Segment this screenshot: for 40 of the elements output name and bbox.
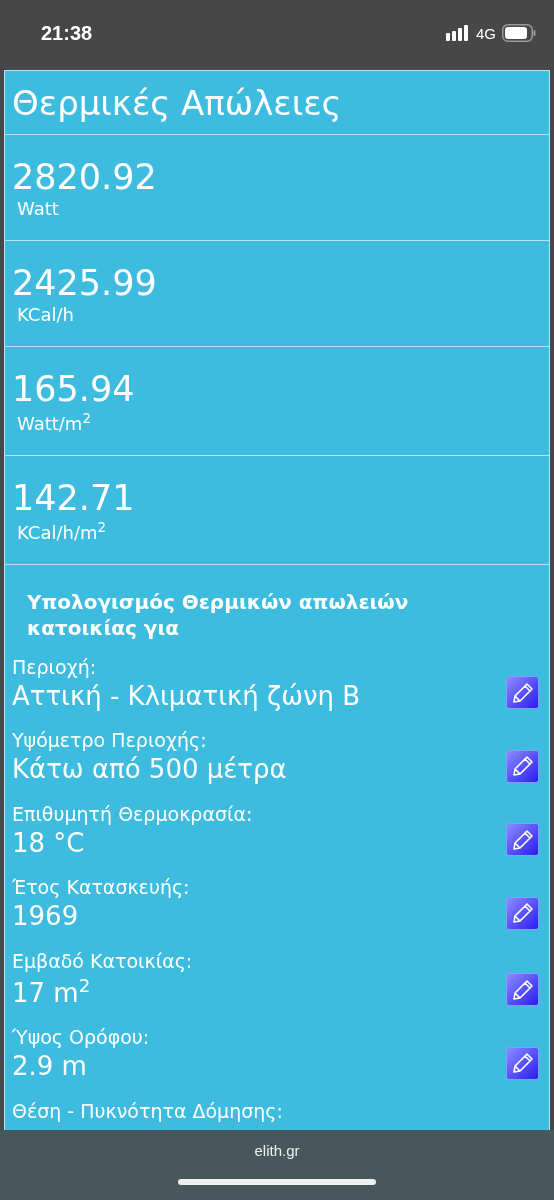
result-unit: KCal/h/m$^{2}$	[16, 519, 108, 543]
field-value: 18 °C	[12, 826, 86, 860]
battery-icon	[502, 24, 536, 42]
result-unit: KCal/h	[16, 304, 75, 325]
pencil-icon	[511, 978, 534, 1001]
field-value: Κάτω από 500 μέτρα	[12, 753, 287, 787]
edit-button[interactable]	[506, 676, 539, 710]
pencil-icon	[511, 902, 534, 925]
edit-button[interactable]	[506, 749, 539, 783]
field-value: 1969	[12, 900, 80, 934]
address-text[interactable]: elith.gr	[254, 1142, 300, 1159]
edit-button[interactable]	[506, 896, 539, 930]
field-label: Έτος Κατασκευής:	[12, 875, 190, 901]
field-value: Αττική - Κλιματική ζώνη Β	[12, 679, 361, 713]
signal-icon	[446, 25, 470, 41]
result-value: 142.71	[12, 477, 136, 519]
result-value: 2820.92	[12, 156, 158, 198]
pencil-icon	[511, 1052, 534, 1075]
pencil-icon	[511, 682, 534, 704]
field-label: Θέση - Πυκνότητα Δόμησης:	[12, 1098, 283, 1124]
edit-button[interactable]	[506, 823, 539, 857]
network-label: 4G	[476, 24, 496, 42]
field-value: 2.9 m	[12, 1049, 88, 1083]
page-title: Θερμικές Απώλειες	[12, 82, 342, 123]
pencil-icon	[511, 755, 534, 778]
clock: 21:38	[41, 21, 93, 45]
result-value: 2425.99	[12, 262, 158, 304]
result-value: 165.94	[12, 368, 136, 410]
field-value: 17 m$^{2}$	[12, 973, 92, 1010]
field-label: Υψόμετρο Περιοχής:	[12, 728, 208, 754]
result-unit: Watt/m$^{2}$	[16, 410, 92, 434]
result-unit: Watt	[16, 198, 60, 219]
field-label: Περιοχή:	[12, 655, 98, 680]
field-label: Επιθυμητή Θερμοκρασία:	[12, 801, 253, 827]
section-title: Υπολογισμός Θερμικών απωλειών κατοικίας για	[26, 589, 410, 642]
edit-button[interactable]	[506, 973, 539, 1007]
edit-button[interactable]	[506, 1046, 539, 1080]
pencil-icon	[511, 828, 534, 851]
field-label: Εμβαδό Κατοικίας:	[12, 948, 193, 974]
field-label: Ύψος Ορόφου:	[12, 1025, 150, 1050]
